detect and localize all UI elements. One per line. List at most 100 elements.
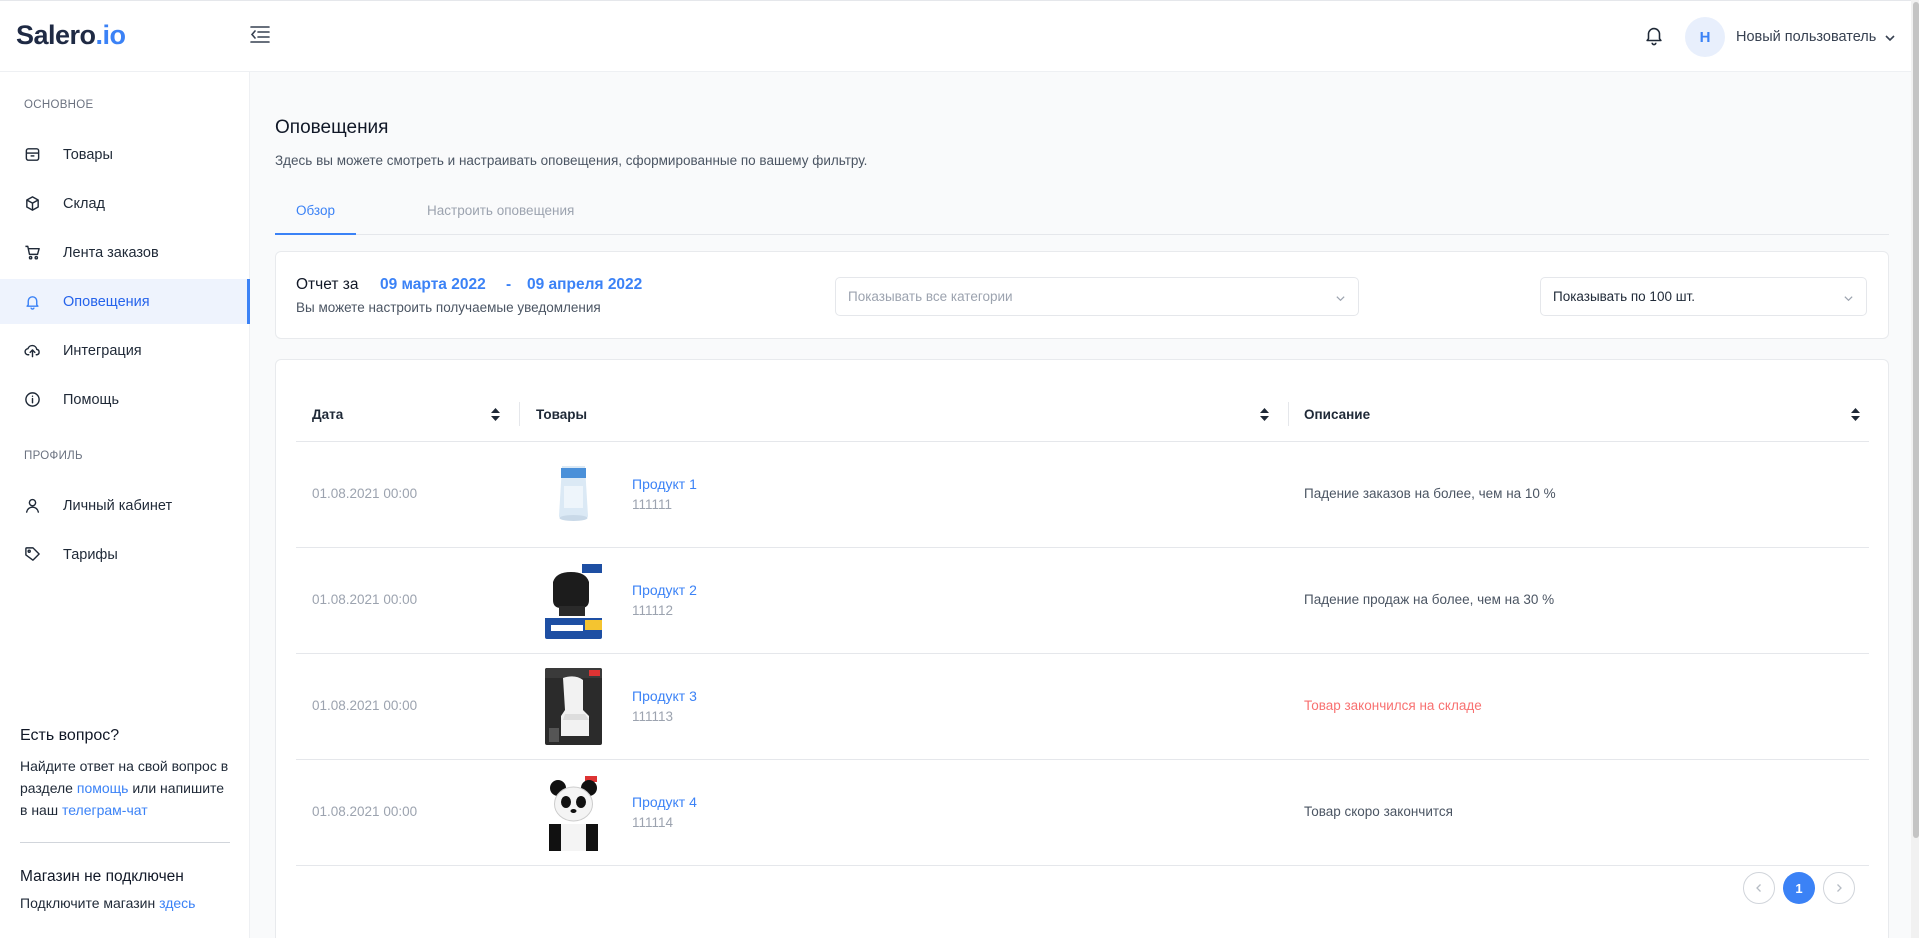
help-link[interactable]: помощь <box>77 780 129 796</box>
category-select-placeholder: Показывать все категории <box>848 289 1013 304</box>
pagination-next-button[interactable] <box>1823 872 1855 904</box>
tab-configure-notifications[interactable]: Настроить оповещения <box>427 203 574 218</box>
product-link[interactable]: Продукт 4 <box>632 794 697 810</box>
logo-accent: .io <box>95 20 127 50</box>
sidebar-item-label: Тарифы <box>63 546 118 563</box>
help-box: Есть вопрос? Найдите ответ на свой вопро… <box>20 727 230 821</box>
chevron-left-icon <box>1754 881 1764 896</box>
cart-icon <box>24 244 41 261</box>
sidebar-divider <box>20 842 230 843</box>
column-header-date[interactable]: Дата <box>312 386 507 442</box>
sort-icon <box>1260 408 1269 421</box>
pagination: 1 <box>1743 872 1855 904</box>
date-to[interactable]: 09 апреля 2022 <box>527 276 642 294</box>
table-row: 01.08.2021 00:00 Продукт 2 111112 Падени… <box>296 548 1869 654</box>
table-row: 01.08.2021 00:00 Продукт 4 111114 Товар … <box>296 760 1869 866</box>
sidebar-section-main: ОСНОВНОЕ <box>24 99 94 111</box>
product-link[interactable]: Продукт 2 <box>632 582 697 598</box>
sidebar-item-label: Склад <box>63 195 105 212</box>
page-subtitle: Здесь вы можете смотреть и настраивать о… <box>275 153 868 168</box>
page-size-select[interactable]: Показывать по 100 шт. <box>1540 277 1867 316</box>
user-name: Новый пользователь <box>1736 29 1877 45</box>
sidebar-item-notifications[interactable]: Оповещения <box>0 279 250 324</box>
connect-shop-link[interactable]: здесь <box>159 895 195 911</box>
sidebar-item-label: Личный кабинет <box>63 497 173 514</box>
column-label: Дата <box>312 406 344 422</box>
shop-box: Магазин не подключен Подключите магазин … <box>20 868 235 911</box>
tabs: Обзор Настроить оповещения <box>275 198 1889 235</box>
help-title: Есть вопрос? <box>20 727 120 744</box>
sidebar-item-label: Товары <box>63 146 113 163</box>
report-card: Отчет за 09 марта 2022 - 09 апреля 2022 … <box>275 251 1889 339</box>
notifications-table: Дата Товары Описание 01.08.2021 00:00 Пр… <box>275 359 1889 938</box>
page-title: Оповещения <box>275 117 389 138</box>
row-date: 01.08.2021 00:00 <box>312 698 418 713</box>
avatar: Н <box>1685 17 1725 57</box>
report-label: Отчет за <box>296 276 359 293</box>
logo-main: Salero <box>16 20 96 50</box>
sidebar-item-orders[interactable]: Лента заказов <box>0 230 250 275</box>
notifications-bell-icon[interactable] <box>1643 24 1667 48</box>
tab-overview[interactable]: Обзор <box>275 203 356 235</box>
table-row: 01.08.2021 00:00 Продукт 3 111113 Товар … <box>296 654 1869 760</box>
page-size-value: Показывать по 100 шт. <box>1553 289 1695 304</box>
chevron-right-icon <box>1834 881 1844 896</box>
logo[interactable]: Salero.io <box>16 20 126 51</box>
row-description: Падение заказов на более, чем на 10 % <box>1304 486 1556 501</box>
menu-collapse-icon[interactable] <box>248 23 272 45</box>
column-label: Товары <box>536 406 588 422</box>
row-date: 01.08.2021 00:00 <box>312 486 418 501</box>
sidebar-section-profile: ПРОФИЛЬ <box>24 450 83 462</box>
box-icon <box>24 146 41 163</box>
product-thumbnail[interactable] <box>545 562 602 639</box>
cloud-upload-icon <box>24 342 41 359</box>
column-separator <box>519 402 520 426</box>
sort-icon <box>1851 408 1860 421</box>
user-icon <box>24 497 41 514</box>
product-thumbnail[interactable] <box>545 668 602 745</box>
scrollbar-thumb[interactable] <box>1913 2 1919 838</box>
shop-text: Подключите магазин здесь <box>20 895 235 911</box>
sidebar-item-warehouse[interactable]: Склад <box>0 181 250 226</box>
top-bar: Salero.io Н Новый пользователь <box>0 0 1919 72</box>
report-note: Вы можете настроить получаемые уведомлен… <box>296 300 601 315</box>
sidebar-item-label: Лента заказов <box>63 244 159 261</box>
column-header-description[interactable]: Описание <box>1304 386 1869 442</box>
product-sku: 111111 <box>632 497 673 512</box>
sidebar-item-label: Оповещения <box>63 293 150 310</box>
product-thumbnail[interactable] <box>545 774 602 851</box>
sidebar: ОСНОВНОЕ Товары Склад Лента заказов Опов… <box>0 72 250 938</box>
telegram-chat-link[interactable]: телеграм-чат <box>62 802 148 818</box>
product-link[interactable]: Продукт 1 <box>632 476 697 492</box>
product-sku: 111114 <box>632 815 674 830</box>
shop-title: Магазин не подключен <box>20 868 184 885</box>
product-sku: 111113 <box>632 709 674 724</box>
sidebar-item-label: Интеграция <box>63 342 142 359</box>
cube-icon <box>24 195 41 212</box>
chevron-down-icon <box>1843 292 1854 303</box>
sidebar-item-integration[interactable]: Интеграция <box>0 328 250 373</box>
column-separator <box>1288 402 1289 426</box>
pagination-prev-button[interactable] <box>1743 872 1775 904</box>
row-description: Товар скоро закончится <box>1304 804 1453 819</box>
date-from[interactable]: 09 марта 2022 <box>380 276 486 294</box>
sidebar-item-account[interactable]: Личный кабинет <box>0 483 250 528</box>
sidebar-item-help[interactable]: Помощь <box>0 377 250 422</box>
row-description: Товар закончился на складе <box>1304 698 1482 713</box>
row-description: Падение продаж на более, чем на 30 % <box>1304 592 1555 607</box>
info-icon <box>24 391 41 408</box>
sidebar-item-products[interactable]: Товары <box>0 132 250 177</box>
row-date: 01.08.2021 00:00 <box>312 592 418 607</box>
product-sku: 111112 <box>632 603 674 618</box>
date-separator: - <box>506 276 512 293</box>
bell-icon <box>24 293 41 310</box>
user-menu[interactable]: Н Новый пользователь <box>1685 17 1896 57</box>
chevron-down-icon <box>1335 292 1346 303</box>
column-header-products[interactable]: Товары <box>536 386 1281 442</box>
sidebar-item-tariffs[interactable]: Тарифы <box>0 532 250 577</box>
product-thumbnail[interactable] <box>545 456 602 533</box>
category-select[interactable]: Показывать все категории <box>835 277 1359 316</box>
table-row: 01.08.2021 00:00 Продукт 1 111111 Падени… <box>296 442 1869 548</box>
pagination-page-button[interactable]: 1 <box>1783 872 1815 904</box>
product-link[interactable]: Продукт 3 <box>632 688 697 704</box>
